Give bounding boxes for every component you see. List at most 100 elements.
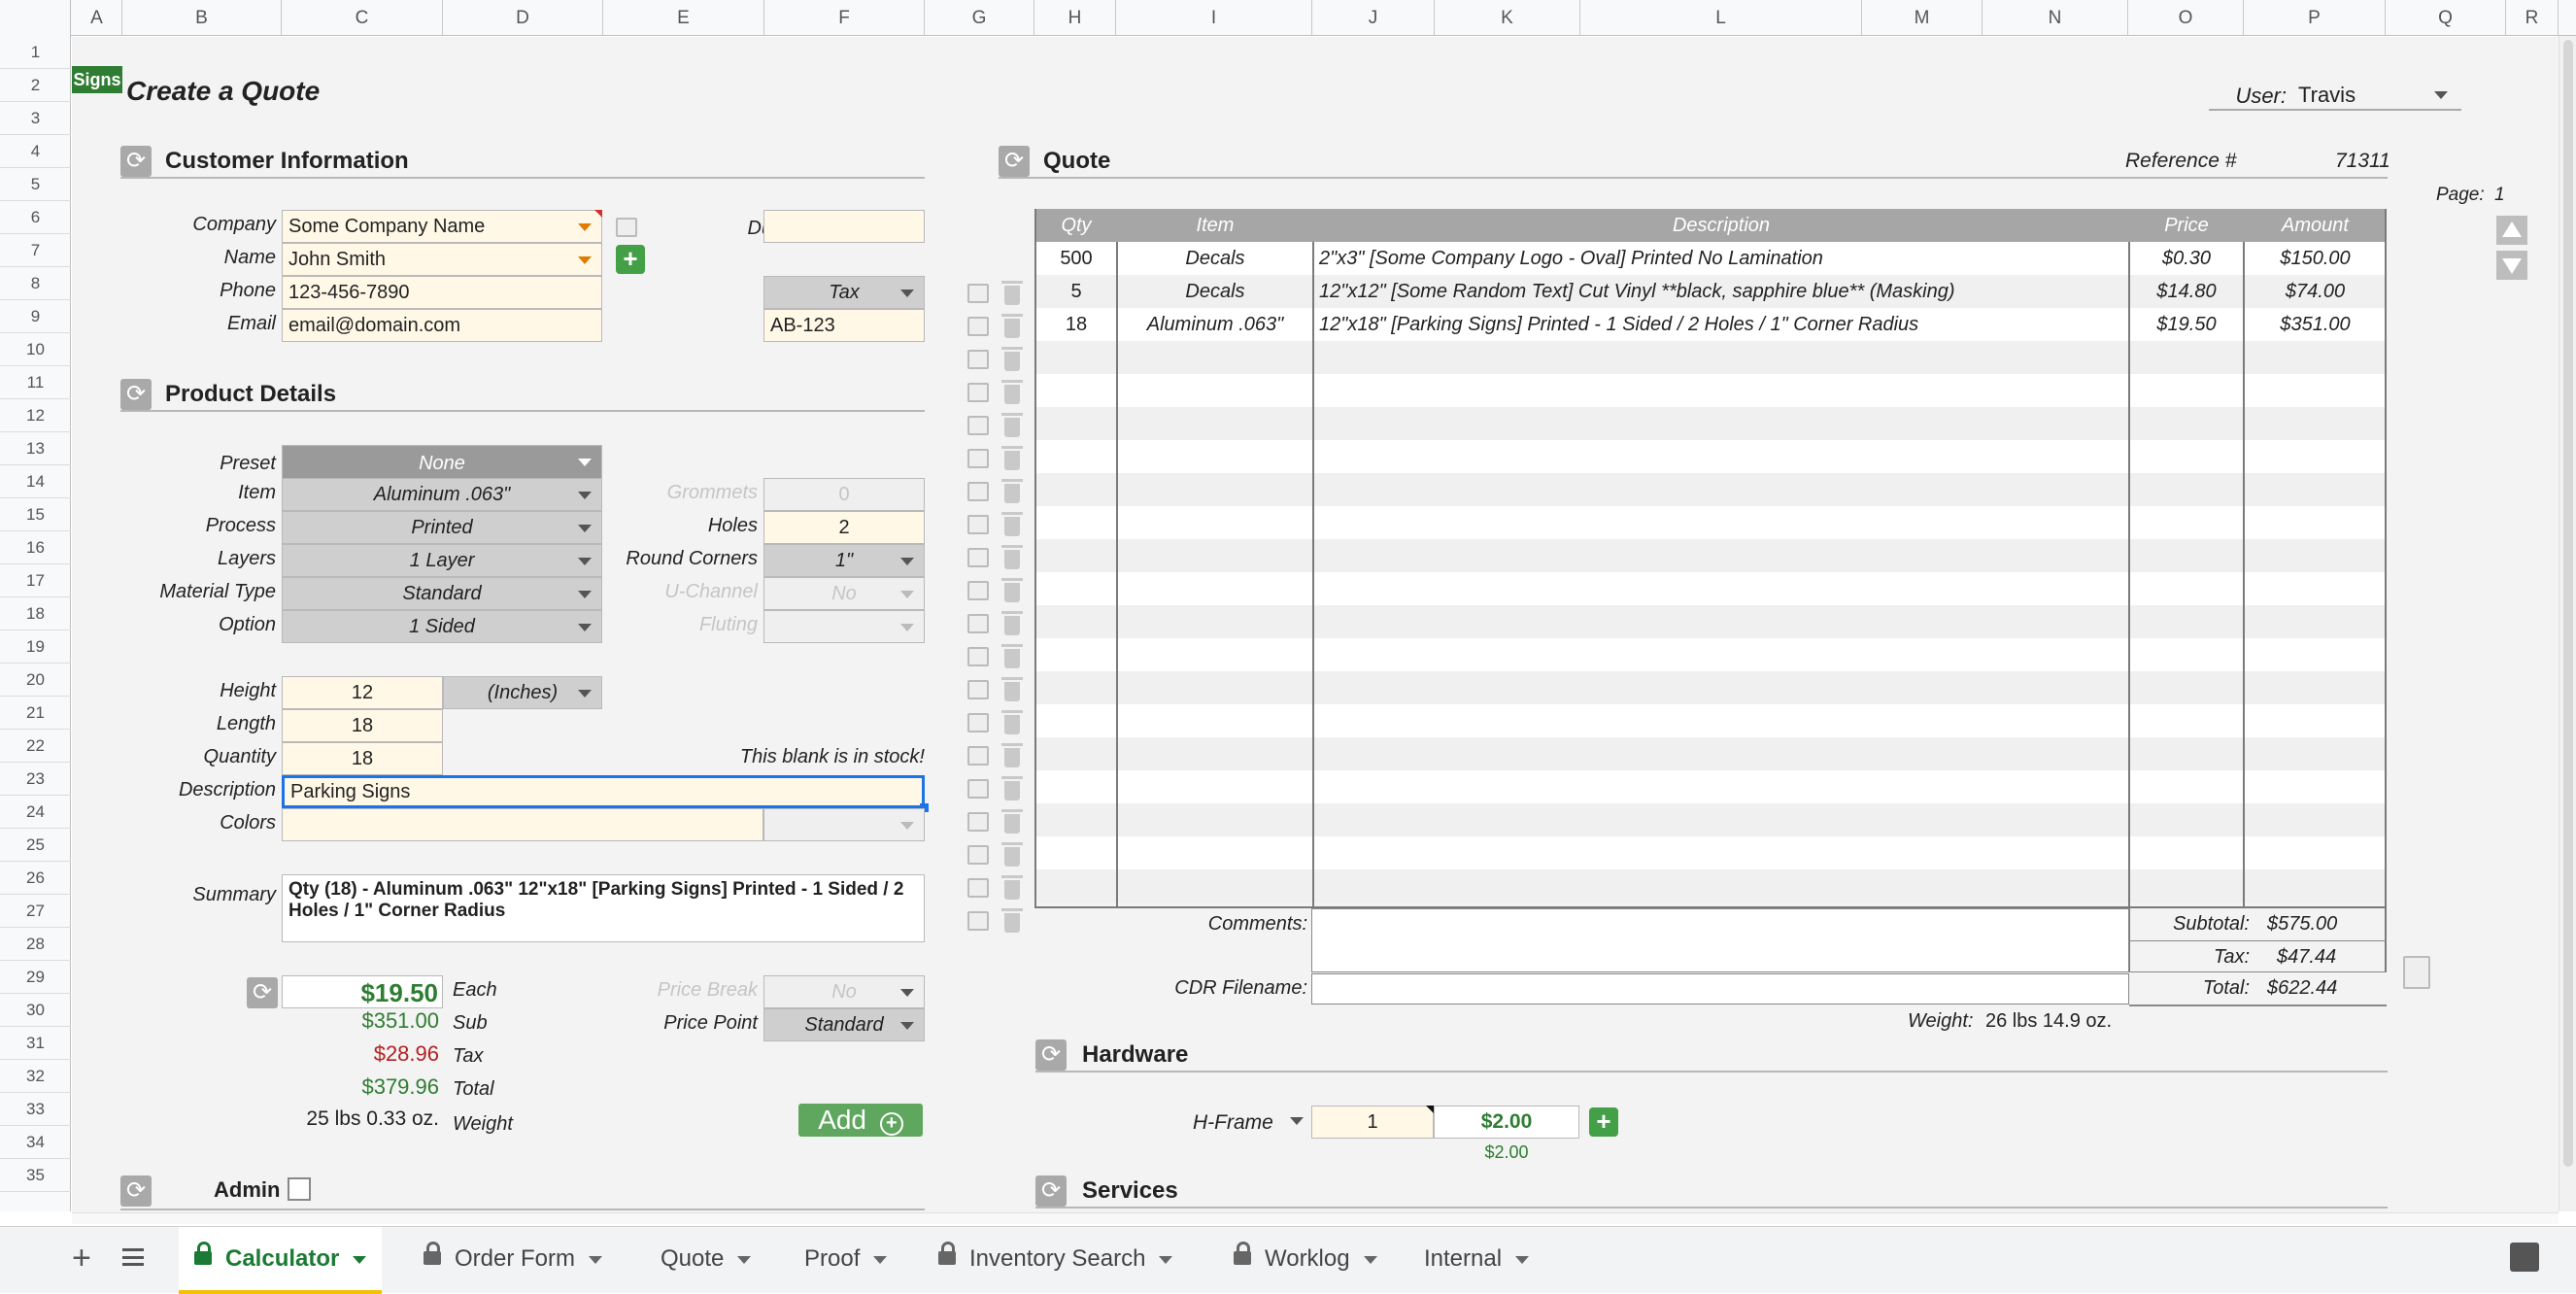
trash-icon[interactable]	[1001, 347, 1023, 371]
trash-icon[interactable]	[1001, 776, 1023, 800]
trash-icon[interactable]	[1001, 281, 1023, 305]
chevron-down-icon[interactable]	[1515, 1255, 1530, 1264]
edit-row-icon[interactable]	[967, 482, 989, 501]
row-header[interactable]: 5	[0, 168, 71, 201]
holes-input[interactable]: 2	[763, 511, 925, 544]
sheet-tab[interactable]: Worklog	[1218, 1227, 1393, 1294]
row-header[interactable]: 1	[0, 36, 71, 69]
price-point-select[interactable]: Standard	[763, 1008, 925, 1041]
trash-icon[interactable]	[1001, 908, 1023, 933]
length-input[interactable]: 18	[282, 709, 443, 742]
trash-icon[interactable]	[1001, 644, 1023, 668]
row-header[interactable]: 15	[0, 498, 71, 531]
chevron-down-icon[interactable]	[353, 1255, 367, 1264]
column-header[interactable]: O	[2128, 0, 2244, 36]
refresh-product-icon[interactable]: ⟳	[120, 379, 152, 410]
column-header[interactable]: I	[1116, 0, 1312, 36]
add-hardware-icon[interactable]: +	[1589, 1107, 1618, 1137]
trash-icon[interactable]	[1001, 875, 1023, 900]
row-header[interactable]: 16	[0, 531, 71, 564]
row-header[interactable]: 31	[0, 1027, 71, 1060]
user-select[interactable]: Travis	[2298, 82, 2454, 109]
trash-icon[interactable]	[1001, 314, 1023, 338]
edit-row-icon[interactable]	[967, 911, 989, 931]
row-header[interactable]: 17	[0, 564, 71, 597]
trash-icon[interactable]	[1001, 578, 1023, 602]
taxable-select[interactable]: Tax	[763, 276, 925, 309]
edit-row-icon[interactable]	[967, 284, 989, 303]
row-header[interactable]: 35	[0, 1159, 71, 1192]
row-header[interactable]: 20	[0, 664, 71, 697]
column-header[interactable]: L	[1580, 0, 1862, 36]
row-header[interactable]: 12	[0, 399, 71, 432]
row-header[interactable]: 19	[0, 630, 71, 664]
trash-icon[interactable]	[1001, 710, 1023, 734]
trash-icon[interactable]	[1001, 677, 1023, 701]
quantity-input[interactable]: 18	[282, 742, 443, 775]
edit-row-icon[interactable]	[967, 713, 989, 732]
chevron-down-icon[interactable]	[1159, 1255, 1173, 1264]
phone-input[interactable]: 123-456-7890	[282, 276, 602, 309]
row-header[interactable]: 27	[0, 895, 71, 928]
row-header[interactable]: 10	[0, 333, 71, 366]
chevron-down-icon[interactable]	[589, 1255, 603, 1264]
round-corners-select[interactable]: 1"	[763, 544, 925, 577]
chevron-down-icon[interactable]	[1363, 1255, 1377, 1264]
row-header[interactable]: 7	[0, 234, 71, 267]
sheet-tab[interactable]: Proof	[789, 1227, 902, 1294]
trash-icon[interactable]	[1001, 512, 1023, 536]
row-header[interactable]: 18	[0, 597, 71, 630]
column-header[interactable]: C	[282, 0, 443, 36]
edit-row-icon[interactable]	[967, 647, 989, 666]
chevron-down-icon[interactable]	[737, 1255, 752, 1264]
edit-row-icon[interactable]	[967, 548, 989, 567]
column-header[interactable]: F	[764, 0, 925, 36]
row-header[interactable]: 8	[0, 267, 71, 300]
height-input[interactable]: 12	[282, 676, 443, 709]
horizontal-scrollbar[interactable]	[72, 1212, 2559, 1224]
sheet-tab[interactable]: Order Form	[408, 1227, 618, 1294]
sheet-tab[interactable]: Calculator	[179, 1227, 383, 1294]
trash-icon[interactable]	[1001, 809, 1023, 834]
refresh-admin-icon[interactable]: ⟳	[120, 1175, 152, 1207]
grommets-input[interactable]: 0	[763, 478, 925, 511]
column-header[interactable]: D	[443, 0, 603, 36]
name-select[interactable]: John Smith	[282, 243, 602, 276]
trash-icon[interactable]	[1001, 545, 1023, 569]
hardware-item[interactable]: H-Frame	[1193, 1111, 1273, 1135]
row-header[interactable]: 2	[0, 69, 71, 102]
option-select[interactable]: 1 Sided	[282, 610, 602, 643]
column-header[interactable]: J	[1312, 0, 1435, 36]
column-header[interactable]: R	[2506, 0, 2559, 36]
trash-icon[interactable]	[1001, 743, 1023, 767]
u-channel-select[interactable]: No	[763, 577, 925, 610]
colors-input[interactable]	[282, 808, 763, 841]
sheet-tab[interactable]: Inventory Search	[923, 1227, 1188, 1294]
due-date-input[interactable]	[763, 210, 925, 243]
row-header[interactable]: 14	[0, 465, 71, 498]
colors-select[interactable]	[763, 808, 925, 841]
company-select[interactable]: Some Company Name	[282, 210, 602, 243]
price-break-select[interactable]: No	[763, 975, 925, 1008]
row-header[interactable]: 32	[0, 1060, 71, 1093]
admin-checkbox[interactable]	[288, 1177, 311, 1201]
copy-icon[interactable]	[2403, 956, 2430, 989]
refresh-quote-icon[interactable]: ⟳	[999, 146, 1030, 177]
row-header[interactable]: 29	[0, 961, 71, 994]
column-header[interactable]: H	[1034, 0, 1116, 36]
edit-row-icon[interactable]	[967, 680, 989, 699]
column-header[interactable]: A	[72, 0, 122, 36]
trash-icon[interactable]	[1001, 479, 1023, 503]
edit-customer-icon[interactable]	[616, 218, 637, 237]
edit-row-icon[interactable]	[967, 779, 989, 799]
column-header[interactable]: E	[603, 0, 764, 36]
hardware-qty-input[interactable]: 1	[1311, 1106, 1434, 1139]
trash-icon[interactable]	[1001, 380, 1023, 404]
row-header[interactable]: 34	[0, 1126, 71, 1159]
layers-select[interactable]: 1 Layer	[282, 544, 602, 577]
explore-icon[interactable]	[2510, 1243, 2539, 1272]
row-header[interactable]: 4	[0, 135, 71, 168]
edit-row-icon[interactable]	[967, 581, 989, 600]
trash-icon[interactable]	[1001, 842, 1023, 867]
edit-row-icon[interactable]	[967, 746, 989, 766]
